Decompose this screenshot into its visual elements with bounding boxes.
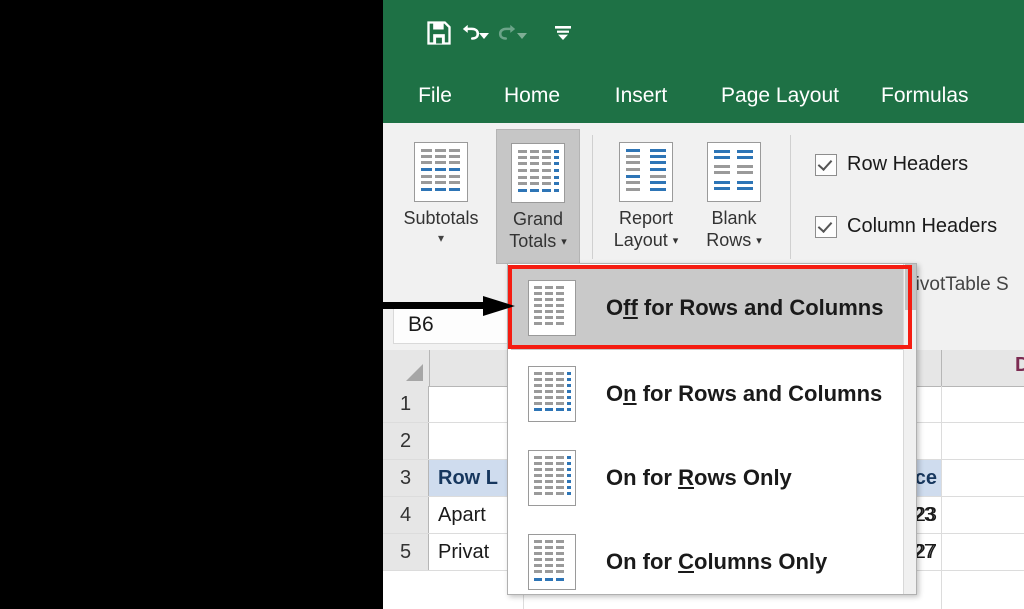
tab-home[interactable]: Home — [487, 68, 577, 123]
report-layout-label-line2: Layout ▾ — [613, 229, 679, 250]
quick-access-toolbar — [383, 0, 1024, 68]
row-headers-label: Row Headers — [847, 153, 969, 175]
subtotals-icon — [414, 142, 468, 202]
menu-item-off-for-rows-and-columns[interactable]: Off for Rows and Columns — [511, 266, 913, 350]
menu-item-label: On for Rows and Columns — [606, 381, 883, 406]
blank-rows-button[interactable]: Blank Rows ▾ — [693, 129, 775, 262]
name-box-value: B6 — [408, 313, 434, 336]
blank-rows-dropdown-icon[interactable]: ▾ — [756, 235, 762, 247]
subtotals-label: Subtotals — [403, 208, 479, 228]
row-number[interactable]: 3 — [383, 460, 429, 496]
subtotals-button[interactable]: Subtotals ▾ — [400, 129, 482, 262]
menu-item-on-for-columns-only[interactable]: On for Columns Only — [511, 520, 913, 604]
grand-totals-dropdown-menu: Off for Rows and Columns On for Rows and… — [507, 263, 917, 595]
grand-totals-dropdown-icon[interactable]: ▾ — [561, 236, 567, 248]
column-headers-checkbox[interactable] — [815, 215, 837, 238]
menu-item-label: Off for Rows and Columns — [606, 295, 884, 320]
ribbon-separator-1 — [592, 135, 593, 259]
row-number[interactable]: 4 — [383, 497, 429, 533]
grand-totals-label-line1: Grand — [512, 209, 564, 229]
column-letter-d[interactable]: D — [1015, 354, 1024, 377]
ribbon-tab-bar: File Home Insert Page Layout Formulas — [383, 68, 1024, 123]
menu-item-label: On for Columns Only — [606, 549, 828, 574]
blank-rows-label-line1: Blank — [711, 208, 757, 228]
grand-totals-icon — [511, 143, 565, 203]
row-number[interactable]: 5 — [383, 534, 429, 570]
off-for-rows-and-columns-icon — [528, 280, 576, 336]
row-headers-checkbox-item[interactable]: Row Headers — [815, 153, 968, 176]
annotation-arrow — [383, 296, 515, 316]
tab-home-label: Home — [503, 83, 561, 107]
select-all-button[interactable] — [383, 350, 430, 386]
blank-rows-label-line2: Rows ▾ — [706, 229, 762, 250]
ribbon-separator-2 — [790, 135, 791, 259]
customize-quick-access-icon[interactable] — [543, 13, 583, 53]
blank-rows-icon — [707, 142, 761, 202]
grand-totals-label-line2: Totals ▾ — [509, 230, 567, 251]
tab-insert-label: Insert — [614, 83, 668, 107]
menu-scrollbar-thumb[interactable] — [905, 264, 916, 310]
tab-file[interactable]: File — [405, 68, 465, 123]
tab-formulas[interactable]: Formulas — [881, 68, 1021, 123]
ribbon-body: Subtotals ▾ Grand Totals ▾ Report Layout… — [383, 123, 1024, 271]
grand-totals-button[interactable]: Grand Totals ▾ — [496, 129, 580, 264]
column-divider-2 — [941, 350, 942, 386]
report-layout-label-line1: Report — [618, 208, 674, 228]
report-layout-dropdown-icon[interactable]: ▾ — [673, 235, 679, 247]
tab-formulas-label: Formulas — [881, 83, 969, 107]
row-number[interactable]: 2 — [383, 423, 429, 459]
report-layout-icon — [619, 142, 673, 202]
tab-page-layout-label: Page Layout — [721, 83, 839, 107]
on-for-columns-only-icon — [528, 534, 576, 590]
undo-icon[interactable] — [459, 13, 481, 53]
tab-insert[interactable]: Insert — [599, 68, 683, 123]
menu-item-on-for-rows-only[interactable]: On for Rows Only — [511, 436, 913, 520]
on-for-rows-only-icon — [528, 450, 576, 506]
grid-line-vertical-2 — [941, 386, 942, 609]
pivottable-style-options-caption: PivotTable S — [903, 274, 1009, 295]
save-icon[interactable] — [419, 13, 459, 53]
row-number[interactable]: 1 — [383, 386, 429, 422]
subtotals-dropdown-icon[interactable]: ▾ — [438, 231, 444, 245]
report-layout-button[interactable]: Report Layout ▾ — [605, 129, 687, 262]
menu-scrollbar[interactable] — [903, 264, 916, 594]
column-headers-checkbox-item[interactable]: Column Headers — [815, 215, 997, 238]
menu-item-label: On for Rows Only — [606, 465, 792, 490]
tab-page-layout[interactable]: Page Layout — [705, 68, 855, 123]
menu-item-on-for-rows-and-columns[interactable]: On for Rows and Columns — [511, 352, 913, 436]
row-headers-checkbox[interactable] — [815, 153, 837, 176]
tab-file-label: File — [418, 83, 452, 107]
redo-icon[interactable] — [497, 13, 519, 53]
on-for-rows-and-columns-icon — [528, 366, 576, 422]
column-headers-label: Column Headers — [847, 215, 998, 237]
